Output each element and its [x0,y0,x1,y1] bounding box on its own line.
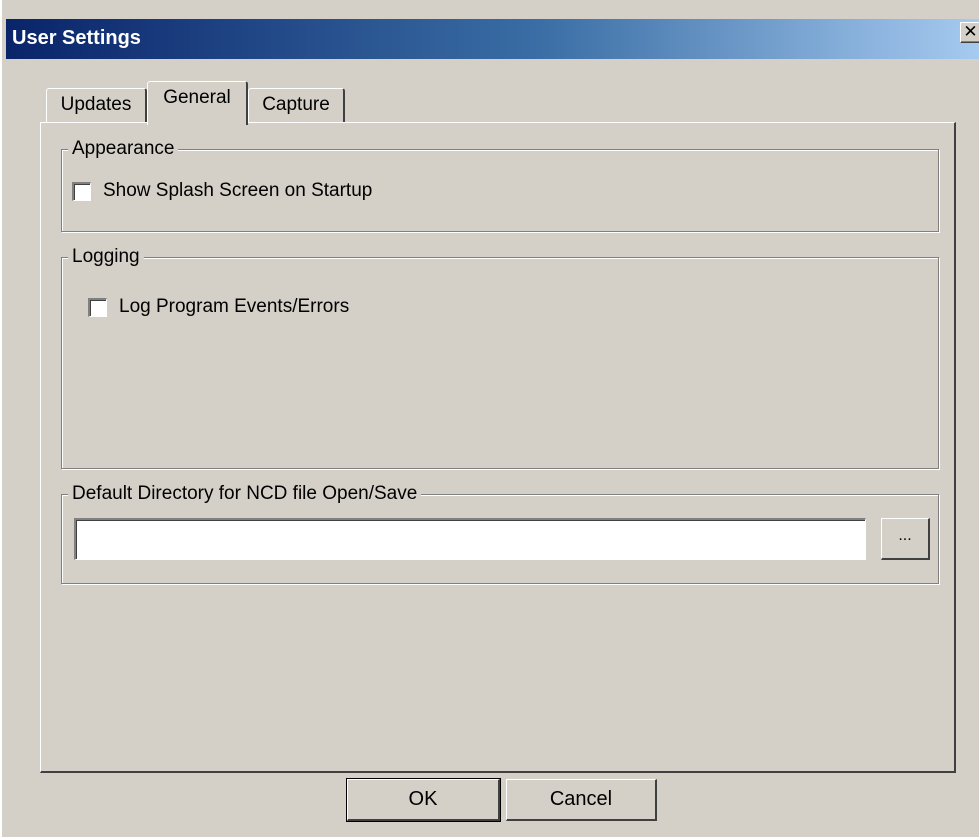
default-directory-legend: Default Directory for NCD file Open/Save [68,484,422,504]
log-events-checkbox[interactable] [88,297,107,317]
default-directory-input[interactable] [74,518,866,560]
log-events-option[interactable]: Log Program Events/Errors [88,296,349,318]
close-icon: ✕ [963,22,978,41]
close-button[interactable]: ✕ [960,22,979,43]
default-directory-group: Default Directory for NCD file Open/Save… [61,484,939,584]
appearance-group: Appearance Show Splash Screen on Startup [61,139,939,232]
user-settings-dialog: User Settings ✕ Updates General Capture … [0,0,979,837]
cancel-button[interactable]: Cancel [506,779,657,821]
log-events-label[interactable]: Log Program Events/Errors [119,296,349,318]
tab-capture[interactable]: Capture [248,88,345,122]
tab-updates[interactable]: Updates [46,88,147,122]
appearance-legend: Appearance [68,139,179,159]
browse-button[interactable]: ... [881,518,930,560]
window-title: User Settings [12,27,141,49]
ok-button[interactable]: OK [346,778,501,822]
tab-updates-label: Updates [60,94,132,115]
tab-capture-label: Capture [262,94,330,115]
tab-general-label: General [163,87,231,108]
logging-legend: Logging [68,247,144,267]
general-tab-panel: Appearance Show Splash Screen on Startup… [40,122,956,773]
logging-group: Logging Log Program Events/Errors [61,247,939,469]
splash-screen-label[interactable]: Show Splash Screen on Startup [103,180,372,202]
tab-general[interactable]: General [147,81,248,125]
splash-screen-checkbox[interactable] [72,181,91,201]
title-bar[interactable]: User Settings ✕ [6,19,979,59]
splash-screen-option[interactable]: Show Splash Screen on Startup [72,180,372,202]
